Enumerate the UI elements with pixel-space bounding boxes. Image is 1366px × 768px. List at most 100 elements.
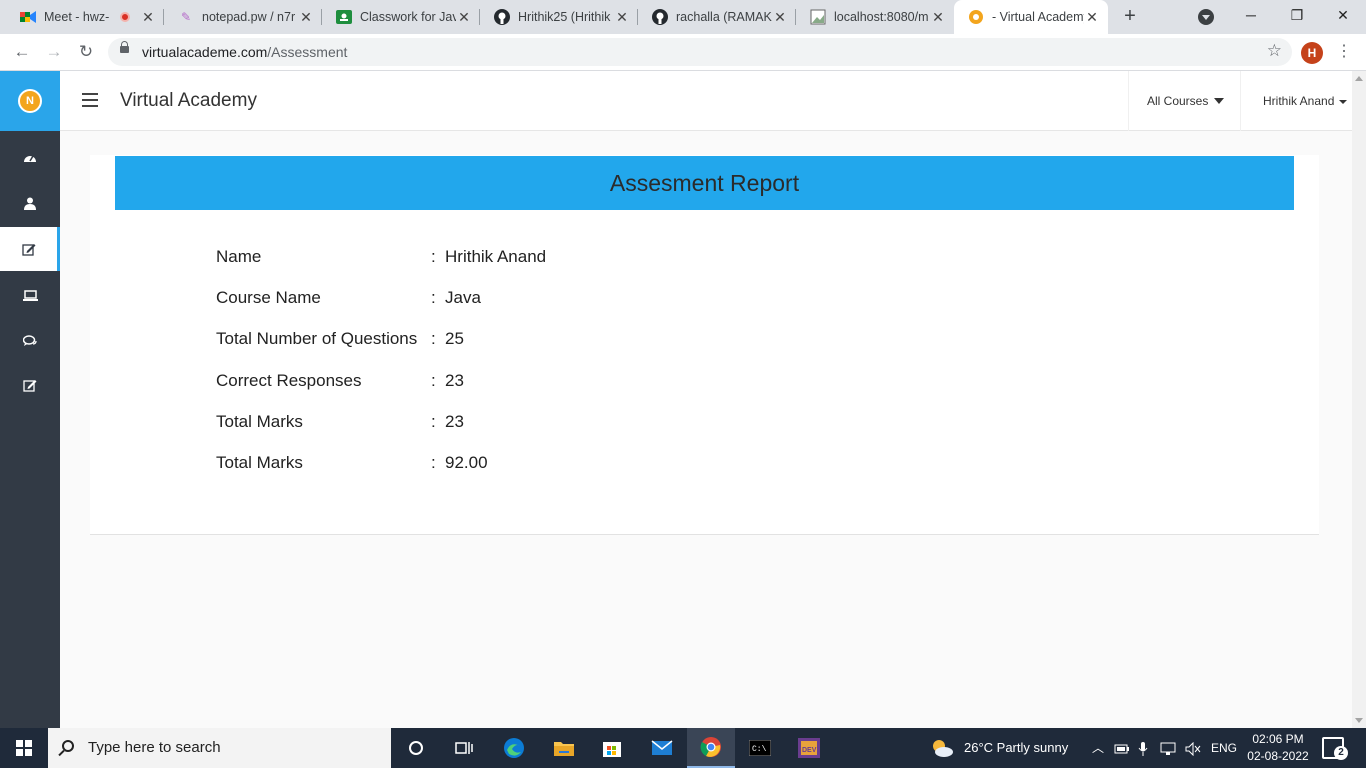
user-icon xyxy=(24,197,36,210)
address-bar[interactable]: virtualacademe.com/Assessment ☆ xyxy=(108,38,1292,66)
row-label: Total Number of Questions xyxy=(216,329,418,348)
devcpp-ide-icon[interactable]: DEV xyxy=(785,728,833,768)
taskbar-search-box[interactable]: Type here to search xyxy=(48,728,391,768)
notepad-icon: ✎ xyxy=(180,10,192,24)
sidebar-item-profile[interactable] xyxy=(0,181,60,225)
start-button[interactable] xyxy=(0,728,48,768)
close-window-icon[interactable]: ✕ xyxy=(1320,0,1366,32)
reload-icon[interactable]: ↻ xyxy=(74,41,98,63)
sidebar-item-dashboard[interactable] xyxy=(0,135,60,179)
network-icon[interactable] xyxy=(1160,728,1176,768)
language-indicator[interactable]: ENG xyxy=(1211,728,1237,768)
volume-muted-icon[interactable] xyxy=(1185,728,1201,768)
row-value: Hrithik Anand xyxy=(445,247,547,266)
laptop-icon xyxy=(22,289,38,301)
browser-tab[interactable]: Meet - hwz- ✕ xyxy=(6,0,164,34)
bookmark-star-icon[interactable]: ☆ xyxy=(1267,41,1282,61)
forward-icon[interactable]: → xyxy=(42,41,66,63)
github-icon xyxy=(494,9,510,25)
windows-taskbar: Type here to search C:\ DEV 26°C Partly … xyxy=(0,728,1366,768)
row-label: Total Marks xyxy=(216,453,303,472)
github-icon xyxy=(652,9,668,25)
close-tab-icon[interactable]: ✕ xyxy=(140,9,156,26)
browser-tab[interactable]: Classwork for Jav ✕ xyxy=(322,0,480,34)
browser-tab[interactable]: Hrithik25 (Hrithik ✕ xyxy=(480,0,638,34)
new-tab-button[interactable]: + xyxy=(1118,4,1142,28)
weather-icon[interactable] xyxy=(930,728,954,768)
app-brand-title: Virtual Academy xyxy=(120,90,257,111)
tab-search-icon[interactable] xyxy=(1198,9,1214,25)
browser-tab-active[interactable]: - Virtual Academy ✕ xyxy=(954,0,1108,34)
report-row-percentage: Total Marks : 92.00 xyxy=(216,453,488,475)
browser-tab[interactable]: localhost:8080/m ✕ xyxy=(796,0,954,34)
app-sidebar: N xyxy=(0,71,60,728)
browser-toolbar: ← → ↻ virtualacademe.com/Assessment ☆ H … xyxy=(0,34,1366,71)
lock-icon[interactable] xyxy=(120,41,129,53)
dashboard-icon xyxy=(24,155,36,162)
browser-tab[interactable]: ✎ notepad.pw / n7r ✕ xyxy=(164,0,322,34)
report-row-questions: Total Number of Questions : 25 xyxy=(216,329,464,351)
notification-center-icon[interactable]: 2 xyxy=(1322,737,1348,760)
row-value: 23 xyxy=(445,371,464,390)
browser-tab[interactable]: rachalla (RAMAKR ✕ xyxy=(638,0,796,34)
virtual-academy-icon xyxy=(968,9,984,25)
app-logo[interactable]: N xyxy=(0,71,60,131)
sidebar-item-assessment[interactable] xyxy=(0,227,60,271)
task-view-icon[interactable] xyxy=(440,728,488,768)
sidebar-item-edit[interactable] xyxy=(0,363,60,407)
edit-icon xyxy=(21,243,35,256)
report-row-course: Course Name : Java xyxy=(216,288,481,310)
logo-icon: N xyxy=(18,89,42,113)
row-separator: : xyxy=(431,453,436,472)
all-courses-filter-button[interactable]: All Courses xyxy=(1128,71,1240,131)
url-text[interactable]: virtualacademe.com/Assessment xyxy=(142,44,347,60)
page-scrollbar[interactable] xyxy=(1352,71,1366,728)
hamburger-menu-icon[interactable] xyxy=(82,93,98,107)
page-icon xyxy=(810,9,826,25)
row-separator: : xyxy=(431,288,436,307)
row-value: 25 xyxy=(445,329,464,348)
restore-icon[interactable]: ❐ xyxy=(1274,0,1320,32)
microsoft-store-icon[interactable] xyxy=(588,728,636,768)
microphone-icon[interactable] xyxy=(1138,728,1148,768)
close-tab-icon[interactable]: ✕ xyxy=(772,9,788,26)
close-tab-icon[interactable]: ✕ xyxy=(456,9,472,26)
row-label: Name xyxy=(216,247,262,266)
row-label: Correct Responses xyxy=(216,371,362,390)
close-tab-icon[interactable]: ✕ xyxy=(930,9,946,26)
mail-icon[interactable] xyxy=(638,728,686,768)
chrome-browser-icon[interactable] xyxy=(687,728,735,768)
cortana-icon[interactable] xyxy=(392,728,440,768)
report-row-name: Name : Hrithik Anand xyxy=(216,247,546,269)
svg-text:DEV: DEV xyxy=(802,747,817,754)
sidebar-item-discussions[interactable] xyxy=(0,319,60,363)
clock-date: 02-08-2022 xyxy=(1247,749,1309,763)
report-row-correct: Correct Responses : 23 xyxy=(216,371,464,393)
row-separator: : xyxy=(431,412,436,431)
profile-avatar[interactable]: H xyxy=(1301,42,1323,64)
google-classroom-icon xyxy=(336,9,352,25)
caret-down-icon xyxy=(1339,99,1348,104)
file-explorer-icon[interactable] xyxy=(540,728,588,768)
report-title: Assesment Report xyxy=(115,156,1294,210)
weather-text[interactable]: 26°C Partly sunny xyxy=(964,728,1068,768)
edge-browser-icon[interactable] xyxy=(490,728,538,768)
back-icon[interactable]: ← xyxy=(10,41,34,63)
minimize-icon[interactable]: ─ xyxy=(1228,0,1274,32)
browser-menu-icon[interactable]: ⋮ xyxy=(1336,42,1352,62)
close-tab-icon[interactable]: ✕ xyxy=(298,9,314,26)
edit-icon xyxy=(23,379,37,392)
sidebar-item-courses[interactable] xyxy=(0,273,60,317)
battery-icon[interactable] xyxy=(1114,728,1130,768)
close-tab-icon[interactable]: ✕ xyxy=(1084,9,1100,26)
user-menu-dropdown[interactable]: Hrithik Anand xyxy=(1240,71,1352,131)
clock[interactable]: 02:06 PM 02-08-2022 xyxy=(1238,731,1318,765)
close-tab-icon[interactable]: ✕ xyxy=(614,9,630,26)
terminal-icon[interactable]: C:\ xyxy=(736,728,784,768)
show-hidden-icons-icon[interactable]: ︿ xyxy=(1092,728,1104,768)
recording-indicator-icon xyxy=(120,12,130,22)
scroll-up-arrow-icon[interactable] xyxy=(1355,76,1363,81)
google-meet-icon xyxy=(20,9,36,25)
row-separator: : xyxy=(431,247,436,266)
scroll-down-arrow-icon[interactable] xyxy=(1355,718,1363,723)
